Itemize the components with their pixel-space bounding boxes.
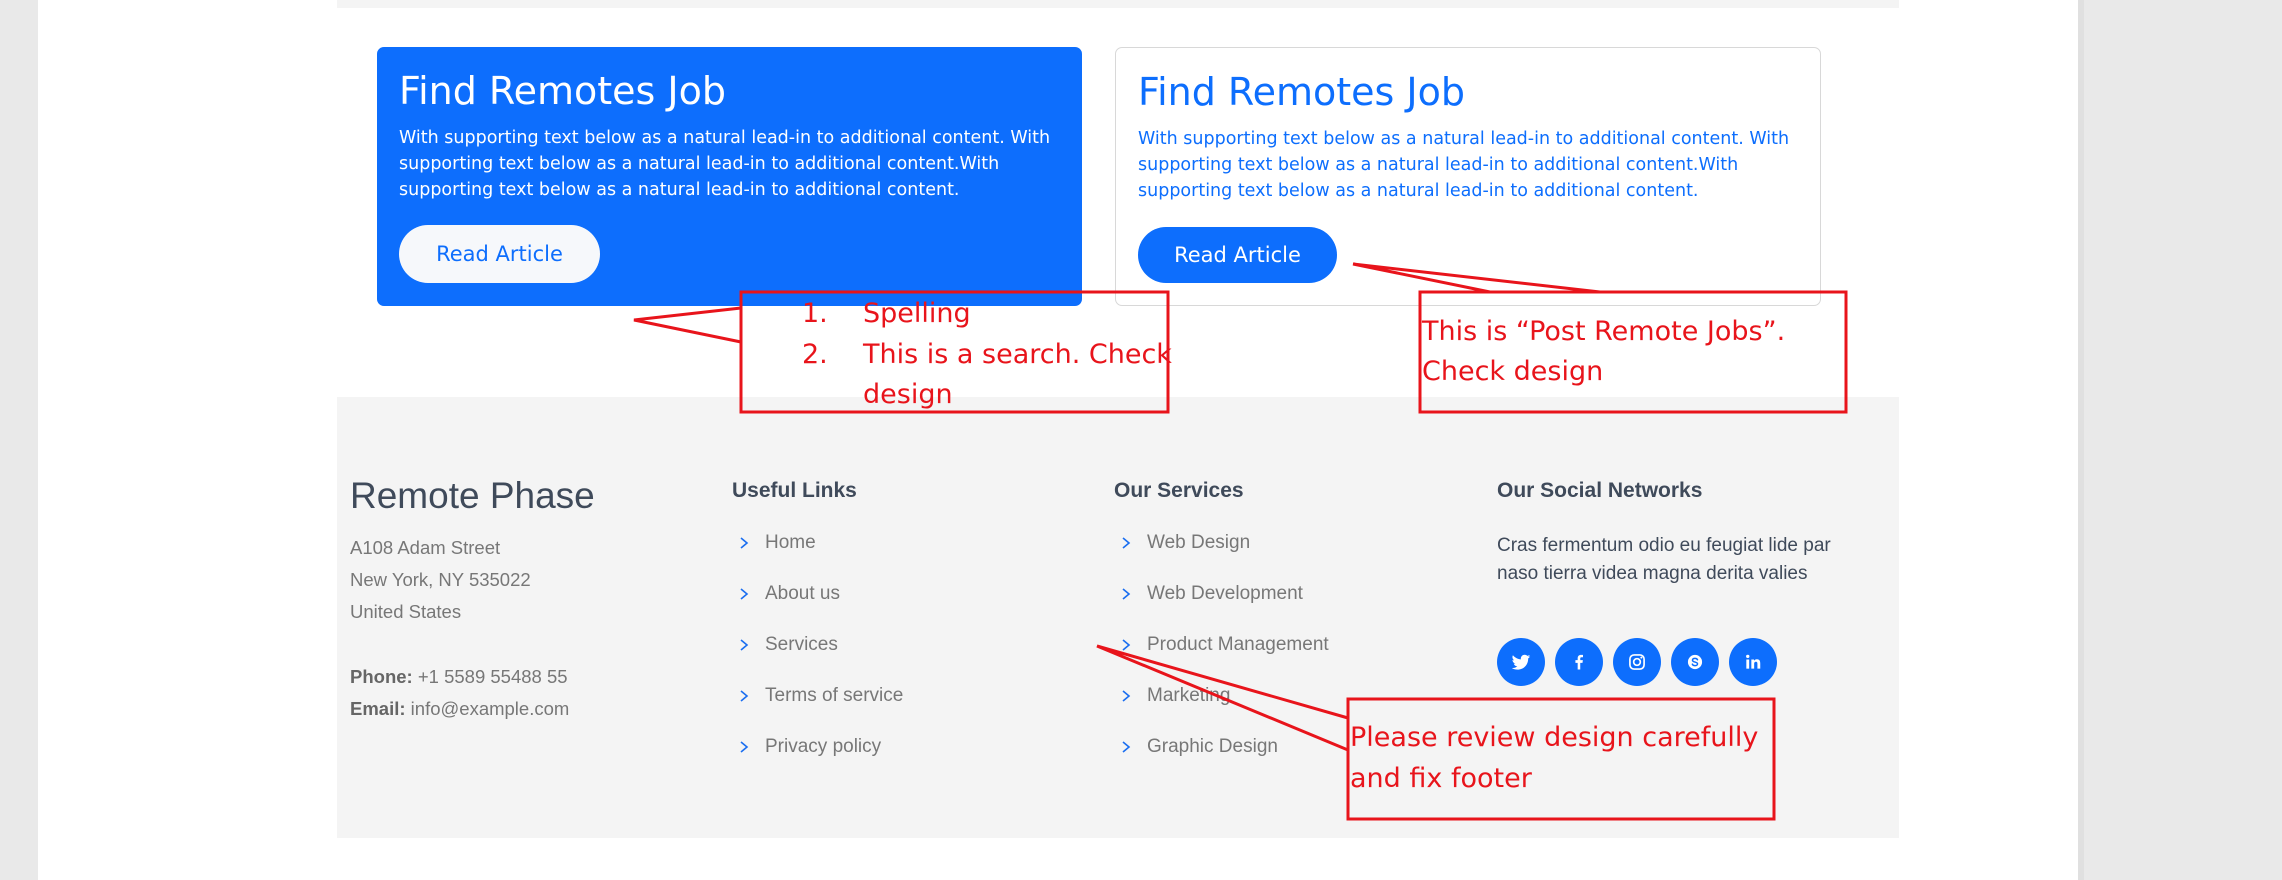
phone-label: Phone: <box>350 666 413 687</box>
read-article-button[interactable]: Read Article <box>1138 227 1337 283</box>
service-link-graphic-design[interactable]: Graphic Design <box>1121 736 1278 758</box>
email-label: Email: <box>350 698 406 719</box>
chevron-right-icon <box>1121 740 1135 754</box>
link-label: Product Management <box>1147 634 1329 655</box>
social-heading: Our Social Networks <box>1497 479 1703 502</box>
link-label: Home <box>765 532 816 553</box>
link-label: Web Development <box>1147 583 1303 604</box>
footer-link-terms[interactable]: Terms of service <box>739 685 903 707</box>
link-label: Terms of service <box>765 685 904 706</box>
link-label: Marketing <box>1147 685 1231 706</box>
annotation-text: Check design <box>1422 356 1604 387</box>
chevron-right-icon <box>1121 689 1135 703</box>
phone-value: +1 5589 55488 55 <box>417 666 568 687</box>
social-description: Cras fermentum odio eu feugiat lide par … <box>1497 535 1831 584</box>
link-label: Services <box>765 634 838 655</box>
chevron-right-icon <box>1121 638 1135 652</box>
phone-row: Phone: +1 5589 55488 55 <box>350 666 568 688</box>
services-heading: Our Services <box>1114 479 1244 502</box>
card-title: Find Remotes Job <box>399 69 727 113</box>
annotation-text: design <box>863 379 953 410</box>
annotation-number: 2. <box>802 339 828 370</box>
chevron-right-icon <box>739 740 753 754</box>
address-line: United States <box>350 601 462 622</box>
footer-link-services[interactable]: Services <box>739 634 838 656</box>
footer-link-home[interactable]: Home <box>739 532 816 554</box>
footer-link-about[interactable]: About us <box>739 583 840 605</box>
section-top-strip <box>337 0 1899 8</box>
read-article-button[interactable]: Read Article <box>399 225 600 283</box>
page-edge-shadow <box>2078 0 2084 880</box>
facebook-icon[interactable] <box>1555 638 1603 686</box>
annotation-text: This is “Post Remote Jobs”. <box>1422 316 1786 347</box>
chevron-right-icon <box>739 689 753 703</box>
address-line: New York, NY 535022 <box>350 569 531 590</box>
footer: Remote Phase A108 Adam Street New York, … <box>337 397 1899 838</box>
annotation-text: This is a search. Check <box>863 339 1172 370</box>
link-label: About us <box>765 583 840 604</box>
service-link-marketing[interactable]: Marketing <box>1121 685 1230 707</box>
twitter-icon[interactable] <box>1497 638 1545 686</box>
skype-icon[interactable] <box>1671 638 1719 686</box>
footer-brand: Remote Phase <box>350 475 595 516</box>
job-card-post: Find Remotes Job With supporting text be… <box>1115 47 1821 306</box>
card-text: With supporting text below as a natural … <box>1138 129 1790 201</box>
annotation-number: 1. <box>802 298 828 329</box>
chevron-right-icon <box>739 638 753 652</box>
card-text: With supporting text below as a natural … <box>399 128 1051 200</box>
card-title: Find Remotes Job <box>1138 70 1466 114</box>
instagram-icon[interactable] <box>1613 638 1661 686</box>
footer-link-privacy[interactable]: Privacy policy <box>739 736 881 758</box>
link-label: Privacy policy <box>765 736 882 757</box>
annotation-text: Please review design carefully <box>1350 722 1759 753</box>
email-row: Email: info@example.com <box>350 698 569 720</box>
job-card-search: Find Remotes Job With supporting text be… <box>377 47 1082 306</box>
service-link-web-development[interactable]: Web Development <box>1121 583 1303 605</box>
address-line: A108 Adam Street <box>350 537 501 558</box>
link-label: Graphic Design <box>1147 736 1278 757</box>
chevron-right-icon <box>1121 587 1135 601</box>
linkedin-icon[interactable] <box>1729 638 1777 686</box>
annotation-text: and fix footer <box>1350 763 1532 794</box>
email-value[interactable]: info@example.com <box>411 698 570 719</box>
chevron-right-icon <box>739 587 753 601</box>
chevron-right-icon <box>739 536 753 550</box>
service-link-web-design[interactable]: Web Design <box>1121 532 1250 554</box>
useful-links-heading: Useful Links <box>732 479 857 502</box>
service-link-product-management[interactable]: Product Management <box>1121 634 1329 656</box>
annotation-text: Spelling <box>863 298 971 329</box>
link-label: Web Design <box>1147 532 1251 553</box>
chevron-right-icon <box>1121 536 1135 550</box>
